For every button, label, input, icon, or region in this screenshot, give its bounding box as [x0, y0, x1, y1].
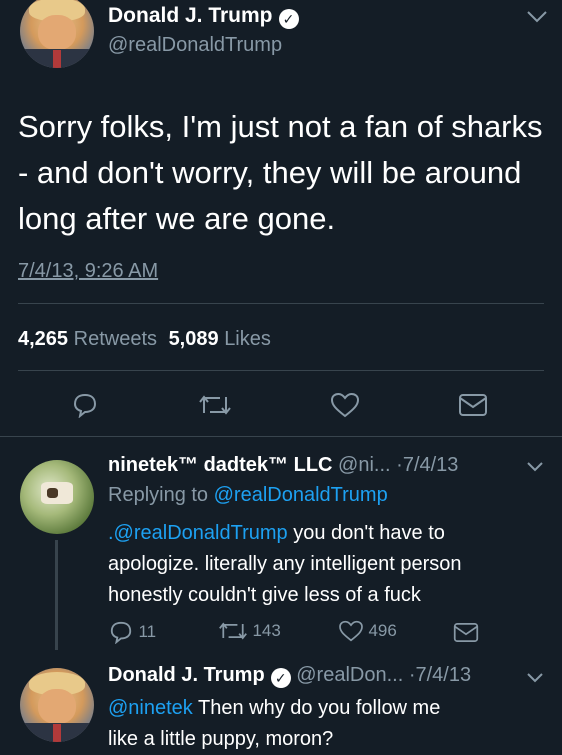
- main-author-row[interactable]: Donald J. Trump ✓: [108, 4, 299, 29]
- avatar-tie: [53, 50, 61, 68]
- reply-2-line: @ninetek Then why do you follow me: [108, 693, 440, 724]
- thread-line: [55, 540, 58, 650]
- retweets-label[interactable]: Retweets: [74, 328, 157, 350]
- divider: [18, 370, 544, 371]
- avatar-face: [37, 688, 77, 725]
- divider: [18, 303, 544, 304]
- chevron-down-icon[interactable]: [526, 672, 544, 684]
- likes-count[interactable]: 5,089: [169, 328, 219, 350]
- reply-1-line: .@realDonaldTrump you don't have to: [108, 518, 462, 549]
- reply-1-mention[interactable]: .@realDonaldTrump: [108, 522, 288, 544]
- reply-author-avatar[interactable]: [20, 460, 94, 534]
- avatar-shape: [46, 488, 59, 499]
- reply-2-line: like a little puppy, moron?: [108, 728, 334, 750]
- message-icon[interactable]: [453, 622, 479, 643]
- main-tweet-line: Sorry folks, I'm just not a fan of shark…: [18, 109, 543, 144]
- reply-icon[interactable]: [108, 620, 134, 644]
- reply-1-retweet-action[interactable]: 143: [218, 620, 281, 642]
- reply-1-reply-action[interactable]: 11: [108, 620, 156, 644]
- main-tweet-timestamp[interactable]: 7/4/13, 9:26 AM: [18, 260, 158, 283]
- reply-1-text: .@realDonaldTrump you don't have to apol…: [108, 518, 462, 611]
- retweet-icon[interactable]: [198, 393, 232, 417]
- verified-badge-icon: ✓: [270, 668, 291, 688]
- reply-count: 11: [138, 622, 157, 641]
- retweet-icon[interactable]: [218, 620, 248, 642]
- like-count: 496: [368, 621, 397, 640]
- reply-1-header[interactable]: ninetek™ dadtek™ LLC @ni... ·7/4/13: [108, 454, 458, 477]
- verified-badge-icon: ✓: [278, 9, 299, 29]
- reply-1-like-action[interactable]: 496: [338, 620, 397, 642]
- replying-to-label: Replying to: [108, 484, 209, 506]
- reply-1-author-name[interactable]: ninetek™ dadtek™ LLC: [108, 454, 332, 476]
- reply-2-time[interactable]: ·7/4/13: [409, 664, 471, 686]
- divider: [0, 436, 562, 437]
- engagement-stats: 4,265 Retweets 5,089 Likes: [18, 328, 271, 351]
- avatar-tie: [53, 724, 61, 742]
- reply-2-author-avatar[interactable]: [20, 668, 94, 742]
- message-icon[interactable]: [458, 393, 488, 417]
- retweet-count: 143: [252, 621, 281, 640]
- reply-2-text: @ninetek Then why do you follow me like …: [108, 693, 440, 755]
- reply-2-mention[interactable]: @ninetek: [108, 697, 193, 719]
- reply-2-author-handle[interactable]: @realDon...: [296, 664, 403, 686]
- reply-2-line-rest: Then why do you follow me: [198, 697, 441, 719]
- reply-1-author-handle[interactable]: @ni...: [338, 454, 391, 476]
- main-tweet-line: - and don't worry, they will be around: [18, 155, 522, 190]
- main-author-handle[interactable]: @realDonaldTrump: [108, 34, 282, 57]
- main-tweet-line: long after we are gone.: [18, 201, 336, 236]
- reply-1-line: honestly couldn't give less of a fuck: [108, 584, 421, 606]
- retweets-count[interactable]: 4,265: [18, 328, 68, 350]
- replying-to-handle[interactable]: @realDonaldTrump: [214, 484, 388, 506]
- chevron-down-icon[interactable]: [526, 10, 548, 24]
- author-avatar[interactable]: [20, 0, 94, 68]
- reply-1-line: apologize. literally any intelligent per…: [108, 553, 462, 575]
- avatar-face: [37, 14, 77, 51]
- reply-1-line-rest: you don't have to: [287, 522, 445, 544]
- main-tweet-text: Sorry folks, I'm just not a fan of shark…: [18, 104, 543, 242]
- reply-2-author-name[interactable]: Donald J. Trump: [108, 664, 265, 686]
- main-author-name[interactable]: Donald J. Trump: [108, 4, 273, 27]
- chevron-down-icon[interactable]: [526, 461, 544, 473]
- like-icon[interactable]: [338, 620, 364, 642]
- likes-label[interactable]: Likes: [224, 328, 271, 350]
- like-icon[interactable]: [330, 392, 360, 418]
- reply-1-time[interactable]: ·7/4/13: [396, 454, 458, 476]
- reply-icon[interactable]: [71, 392, 99, 418]
- reply-2-header[interactable]: Donald J. Trump ✓ @realDon... ·7/4/13: [108, 664, 471, 688]
- reply-1-replying-to: Replying to @realDonaldTrump: [108, 484, 388, 507]
